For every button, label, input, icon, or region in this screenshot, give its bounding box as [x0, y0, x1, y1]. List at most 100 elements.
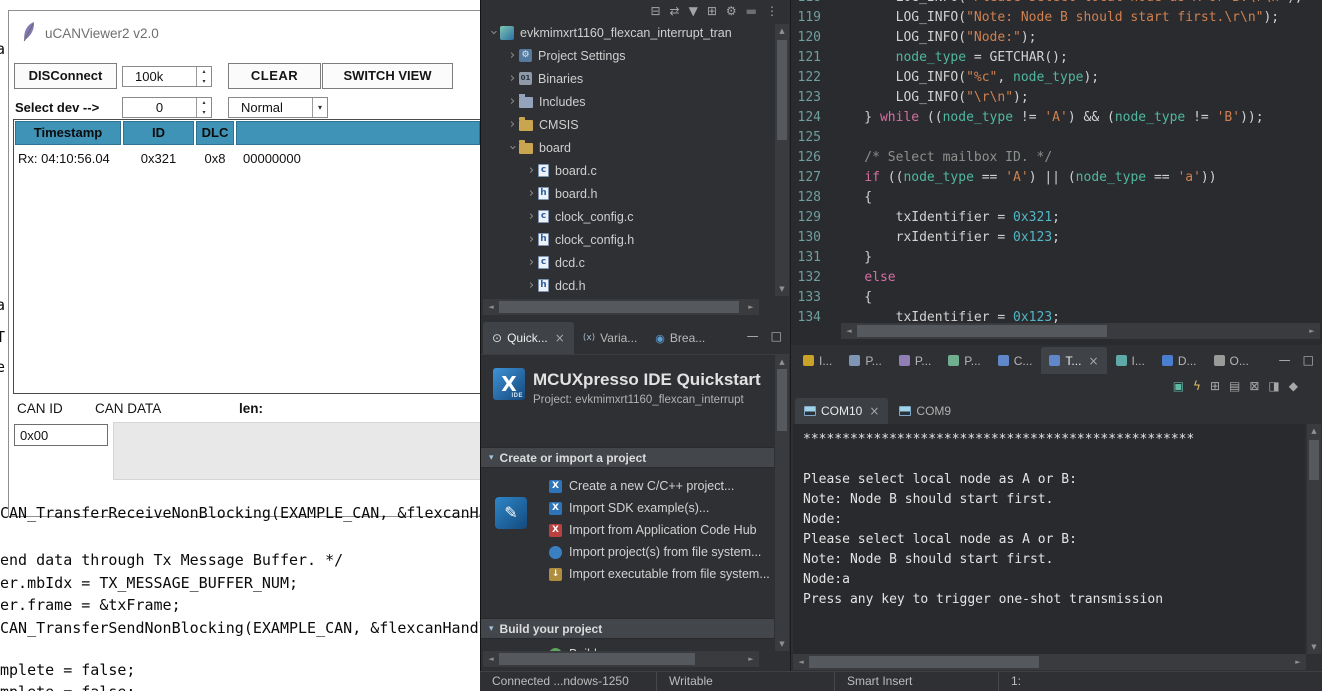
quickstart-item-build[interactable]: Build...: [481, 643, 607, 651]
section-create-or-import[interactable]: ▾ Create or import a project: [481, 447, 774, 468]
launch-icon[interactable]: ϟ: [1193, 380, 1201, 392]
code-line[interactable]: 133 {: [791, 288, 1322, 308]
expand-arrow-icon[interactable]: ›: [525, 186, 538, 201]
scrollbar-thumb[interactable]: [499, 301, 739, 313]
console-view-tab[interactable]: O...: [1206, 347, 1257, 374]
scroll-down-icon[interactable]: ▼: [1307, 641, 1321, 653]
tree-item-clock-config-c[interactable]: › c clock_config.c: [481, 205, 775, 228]
spin-up-icon[interactable]: ▴: [197, 98, 211, 108]
code-line[interactable]: 132 else: [791, 268, 1322, 288]
switch-view-button[interactable]: SWITCH VIEW: [322, 63, 453, 89]
code-line[interactable]: 121 node_type = GETCHAR();: [791, 48, 1322, 68]
tree-item-board-c[interactable]: › c board.c: [481, 159, 775, 182]
tree-item-cmsis[interactable]: › CMSIS: [481, 113, 775, 136]
vertical-scrollbar[interactable]: ▲ ▼: [775, 24, 789, 296]
expand-arrow-icon[interactable]: ›: [506, 94, 519, 109]
code-line[interactable]: 122 LOG_INFO("%c", node_type);: [791, 68, 1322, 88]
maximize-icon[interactable]: □: [1303, 353, 1314, 367]
scroll-up-icon[interactable]: ▲: [775, 356, 789, 368]
expand-arrow-icon[interactable]: ›: [525, 232, 538, 247]
console-view-tab[interactable]: T... ×: [1041, 347, 1107, 374]
quickstart-item[interactable]: ↓ Import executable from file system...: [481, 563, 774, 585]
scroll-right-icon[interactable]: ►: [744, 299, 758, 315]
expand-arrow-icon[interactable]: ›: [506, 48, 519, 63]
link-with-editor-icon[interactable]: ⇄: [670, 5, 680, 17]
scrollbar-thumb[interactable]: [1309, 440, 1319, 480]
quickstart-item[interactable]: Import project(s) from file system...: [481, 541, 774, 563]
close-icon[interactable]: ×: [1088, 354, 1098, 368]
section-build-your-project[interactable]: ▾ Build your project: [481, 618, 774, 639]
code-line[interactable]: 119 LOG_INFO("Note: Node B should start …: [791, 8, 1322, 28]
maximize-icon[interactable]: □: [771, 329, 782, 343]
message-row[interactable]: Rx: 04:10:56.04 0x321 0x8 00000000: [14, 146, 481, 170]
minimize-view-icon[interactable]: ⊟: [650, 5, 660, 17]
scroll-down-icon[interactable]: ▼: [775, 638, 789, 650]
scroll-left-icon[interactable]: ◄: [484, 299, 498, 315]
code-line[interactable]: 128 {: [791, 188, 1322, 208]
collapse-arrow-icon[interactable]: ›: [486, 26, 501, 39]
tree-item-binaries[interactable]: › 01 Binaries: [481, 67, 775, 90]
vertical-scrollbar[interactable]: ▲ ▼: [775, 355, 789, 651]
scrollbar-thumb[interactable]: [499, 653, 695, 665]
column-header[interactable]: ID: [123, 121, 194, 145]
view-menu-icon[interactable]: ⋮: [766, 5, 778, 17]
spin-down-icon[interactable]: ▾: [197, 108, 211, 118]
console-view-tab[interactable]: I...: [1108, 347, 1153, 374]
pin-terminal-icon[interactable]: ◆: [1289, 380, 1298, 392]
tree-item-project-settings[interactable]: › ⚙ Project Settings: [481, 44, 775, 67]
scroll-right-icon[interactable]: ►: [1291, 654, 1305, 670]
tab-brea[interactable]: ◉ Brea...: [646, 322, 714, 354]
code-line[interactable]: 120 LOG_INFO("Node:");: [791, 28, 1322, 48]
expand-arrow-icon[interactable]: ›: [525, 209, 538, 224]
open-terminal-icon[interactable]: ▣: [1173, 380, 1184, 392]
spin-down-icon[interactable]: ▾: [197, 77, 211, 87]
baud-rate-spinner[interactable]: 100k ▴ ▾: [122, 66, 212, 87]
column-header[interactable]: [236, 121, 480, 145]
scroll-left-icon[interactable]: ◄: [484, 651, 498, 667]
scroll-right-icon[interactable]: ►: [744, 651, 758, 667]
expand-arrow-icon[interactable]: ›: [525, 255, 538, 270]
perspective-icon[interactable]: ▬: [746, 5, 757, 17]
disconnect-button[interactable]: DISConnect: [14, 63, 117, 89]
tree-item-board[interactable]: › board: [481, 136, 775, 159]
code-line[interactable]: 124 } while ((node_type != 'A') && (node…: [791, 108, 1322, 128]
close-icon[interactable]: ×: [555, 331, 565, 345]
tab-varia[interactable]: (x) Varia...: [574, 322, 646, 354]
tree-item-dcd-c[interactable]: › c dcd.c: [481, 251, 775, 274]
scroll-right-icon[interactable]: ►: [1305, 323, 1319, 339]
console-view-tab[interactable]: P...: [940, 347, 988, 374]
collapse-all-icon[interactable]: ⊞: [707, 5, 717, 17]
scroll-up-icon[interactable]: ▲: [775, 25, 789, 37]
expand-arrow-icon[interactable]: ›: [525, 278, 538, 293]
mode-dropdown[interactable]: Normal ▾: [228, 97, 328, 118]
tree-item-dcd-h[interactable]: › h dcd.h: [481, 274, 775, 297]
toggle-split-icon[interactable]: ◨: [1268, 380, 1279, 392]
code-line[interactable]: 123 LOG_INFO("\r\n");: [791, 88, 1322, 108]
can-id-input[interactable]: [14, 424, 108, 446]
tab-quick[interactable]: ⊙ Quick... ×: [483, 322, 574, 354]
scrollbar-thumb[interactable]: [777, 369, 787, 431]
horizontal-scrollbar[interactable]: ◄ ►: [483, 651, 759, 667]
code-line[interactable]: 118 LOG_INFO("Please select local node a…: [791, 0, 1322, 8]
code-line[interactable]: 125: [791, 128, 1322, 148]
code-editor[interactable]: 118 LOG_INFO("Please select local node a…: [790, 0, 1322, 345]
clear-terminal-icon[interactable]: ⊠: [1249, 380, 1259, 392]
can-data-field[interactable]: [113, 422, 481, 480]
code-line[interactable]: 127 if ((node_type == 'A') || (node_type…: [791, 168, 1322, 188]
console-view-tab[interactable]: D...: [1154, 347, 1205, 374]
tree-item-evkmimxrt1160-flexcan-interrupt-tran[interactable]: › evkmimxrt1160_flexcan_interrupt_tran: [481, 21, 775, 44]
tree-item-includes[interactable]: › Includes: [481, 90, 775, 113]
tree-item-board-h[interactable]: › h board.h: [481, 182, 775, 205]
horizontal-scrollbar[interactable]: ◄ ►: [483, 299, 759, 315]
column-header[interactable]: Timestamp: [15, 121, 121, 145]
horizontal-scrollbar[interactable]: ◄ ►: [841, 323, 1320, 339]
filter-icon[interactable]: ▼: [689, 5, 698, 17]
minimize-icon[interactable]: —: [747, 329, 759, 343]
column-header[interactable]: DLC: [196, 121, 234, 145]
terminal-output[interactable]: ****************************************…: [793, 424, 1305, 654]
horizontal-scrollbar[interactable]: ◄ ►: [793, 654, 1306, 670]
quickstart-item[interactable]: X Create a new C/C++ project...: [481, 475, 774, 497]
expand-arrow-icon[interactable]: ›: [506, 71, 519, 86]
console-view-tab[interactable]: P...: [891, 347, 939, 374]
code-line[interactable]: 126 /* Select mailbox ID. */: [791, 148, 1322, 168]
